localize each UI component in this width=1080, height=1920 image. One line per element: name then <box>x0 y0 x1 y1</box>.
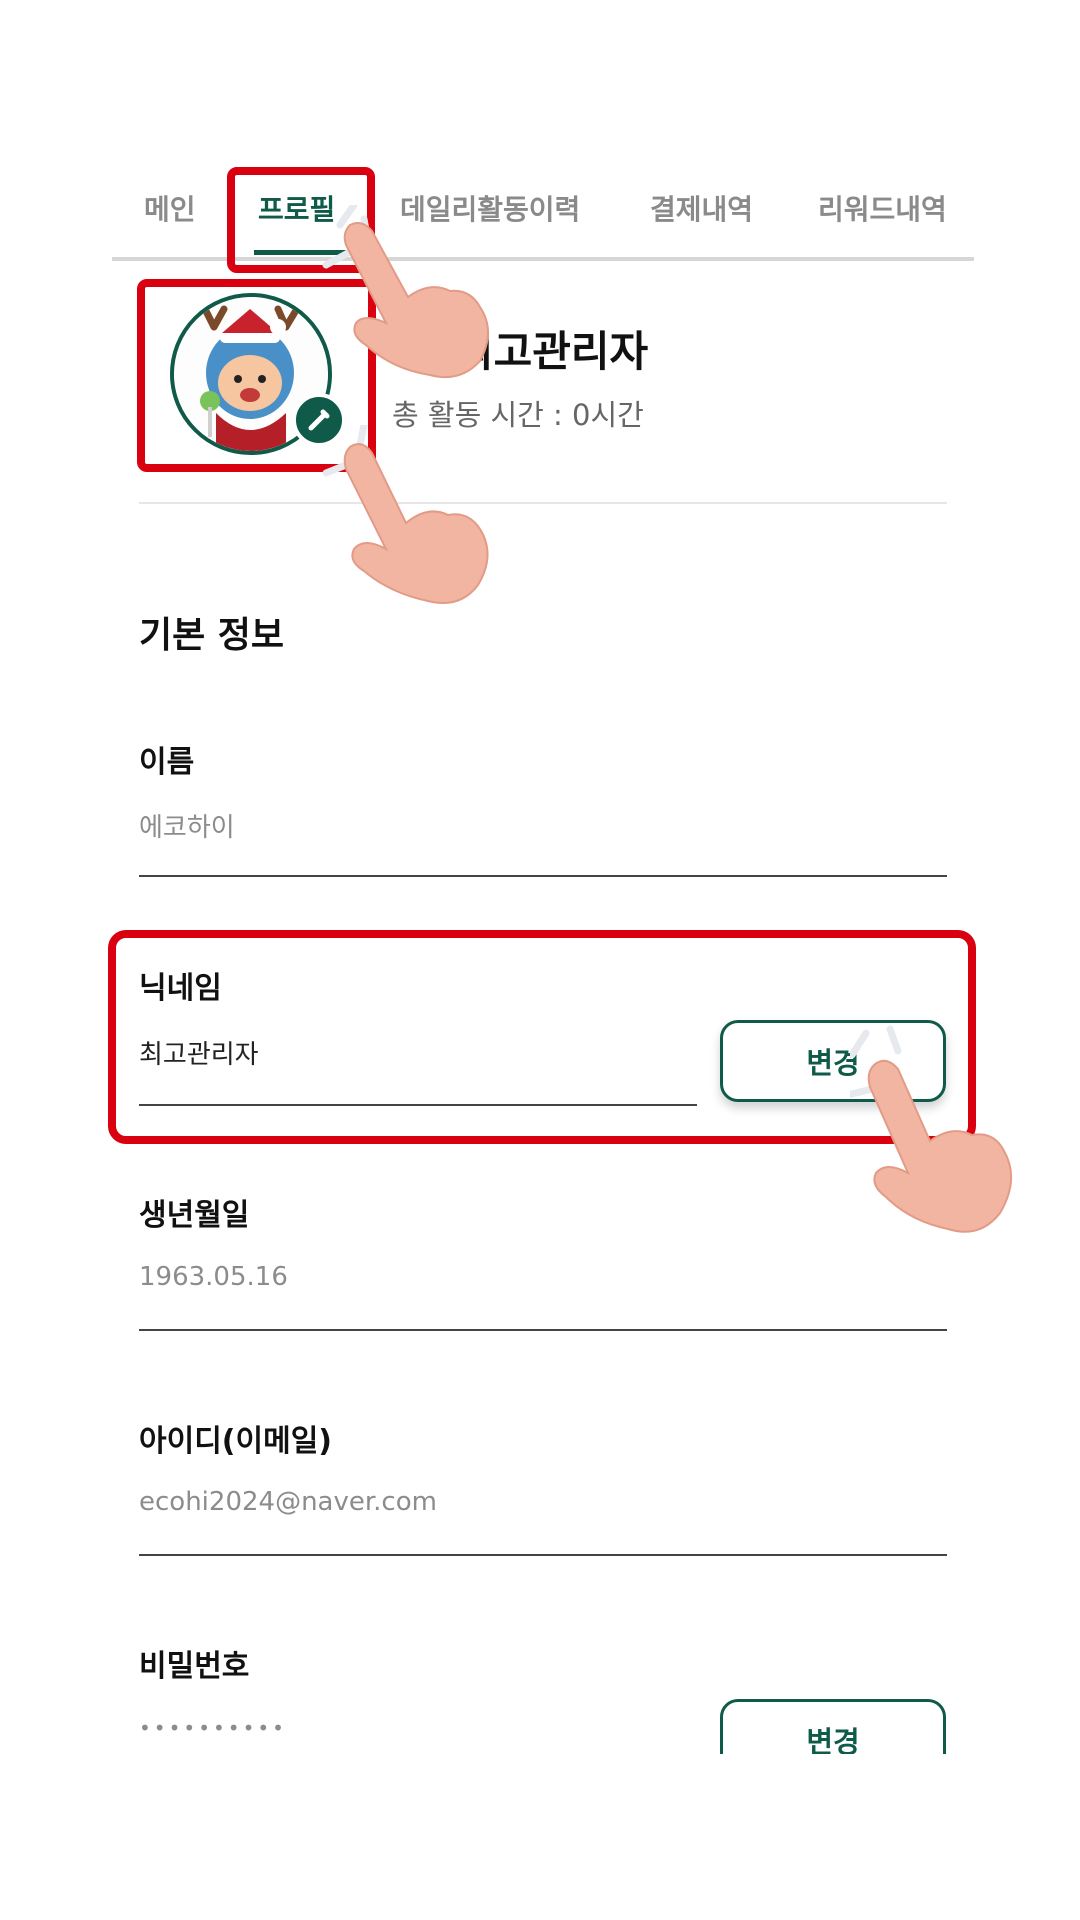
profile-divider <box>139 502 947 504</box>
name-label: 이름 <box>139 745 195 780</box>
tab-main[interactable]: 메인 <box>144 190 196 256</box>
tab-rewards[interactable]: 리워드내역 <box>818 190 947 256</box>
name-underline <box>139 875 947 877</box>
bottom-fade <box>0 1754 1080 1920</box>
basic-info-title: 기본 정보 <box>139 615 285 656</box>
pointing-hand-icon <box>322 425 489 604</box>
pointing-hand-icon <box>322 205 489 379</box>
account-id-underline <box>139 1554 947 1556</box>
name-value: 에코하이 <box>139 813 235 843</box>
birthdate-underline <box>139 1329 947 1331</box>
birthdate-label: 생년월일 <box>139 1198 250 1233</box>
pointing-hand-icon <box>850 1025 1013 1233</box>
password-label: 비밀번호 <box>139 1649 250 1684</box>
account-id-label: 아이디(이메일) <box>139 1424 333 1459</box>
account-id-value: ecohi2024@naver.com <box>139 1487 437 1517</box>
birthdate-value: 1963.05.16 <box>139 1262 288 1292</box>
nickname-highlight <box>108 930 976 1144</box>
password-value: •••••••••• <box>139 1716 287 1740</box>
tab-payments[interactable]: 결제내역 <box>650 190 753 256</box>
